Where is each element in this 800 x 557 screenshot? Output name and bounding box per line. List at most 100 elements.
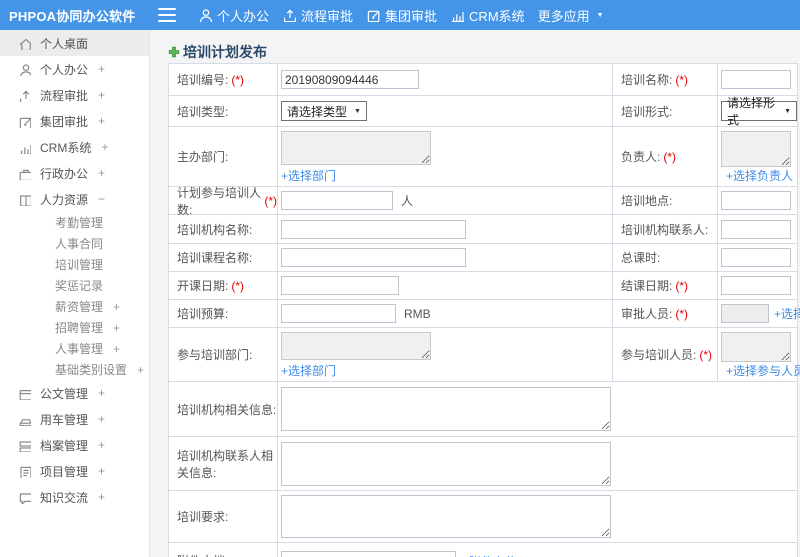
host-dept-textarea[interactable]: [281, 131, 431, 165]
training-name-input[interactable]: [721, 70, 791, 89]
participant-count-input[interactable]: [281, 191, 393, 210]
expand-plus-icon[interactable]: +: [98, 88, 105, 102]
course-name-input[interactable]: [281, 248, 466, 267]
nav-personal-office[interactable]: 个人办公: [198, 6, 269, 25]
chat-icon: [18, 491, 31, 504]
sidebar-subitem-base-category[interactable]: 基础类别设置 +: [0, 359, 149, 380]
archive-icon: [18, 439, 31, 452]
total-hours-input[interactable]: [721, 248, 791, 267]
sidebar-item-crm[interactable]: CRM系统 +: [0, 134, 149, 160]
field-label: 培训机构联系人:: [613, 215, 718, 243]
attachment-input[interactable]: [281, 551, 456, 557]
expand-plus-icon[interactable]: +: [98, 62, 105, 76]
select-approver-link[interactable]: +选择审批人员: [774, 305, 800, 322]
project-icon: [18, 465, 31, 478]
expand-plus-icon[interactable]: +: [113, 342, 120, 356]
join-people-textarea[interactable]: [721, 332, 791, 362]
org-info-textarea[interactable]: [281, 387, 611, 431]
expand-plus-icon[interactable]: +: [98, 464, 105, 478]
join-dept-textarea[interactable]: [281, 332, 431, 360]
training-type-select[interactable]: 请选择类型 ▼: [281, 101, 367, 121]
sidebar-item-knowledge[interactable]: 知识交流 +: [0, 484, 149, 510]
requirement-textarea[interactable]: [281, 495, 611, 538]
main-content: 培训计划发布 培训编号:(*) 培训名称:(*) 培训类型: 请选择类型▼: [150, 30, 800, 557]
expand-plus-icon[interactable]: +: [101, 140, 108, 154]
user-icon: [18, 63, 31, 76]
select-join-dept-link[interactable]: +选择部门: [281, 362, 336, 379]
sidebar-item-workflow-approval[interactable]: 流程审批 +: [0, 82, 149, 108]
briefcase-icon: [18, 167, 31, 180]
expand-plus-icon[interactable]: +: [113, 300, 120, 314]
top-nav: 个人办公 流程审批 集团审批 CRM系统 更多应用 ▼: [198, 6, 604, 25]
expand-plus-icon[interactable]: +: [98, 438, 105, 452]
attachment-upload-link[interactable]: +附件上传: [462, 553, 517, 557]
start-date-input[interactable]: [281, 276, 399, 295]
sidebar-subitem-attendance[interactable]: 考勤管理: [0, 212, 149, 233]
sidebar: 个人桌面 个人办公 + 流程审批 + 集团审批 + CRM系统 + 行政办公 +…: [0, 30, 150, 557]
sidebar-item-personal-desktop[interactable]: 个人桌面: [0, 30, 149, 56]
edit-icon: [18, 115, 31, 128]
field-label: 附件文档:: [169, 543, 278, 557]
field-label: 主办部门:: [169, 127, 278, 186]
collapse-minus-icon[interactable]: −: [98, 192, 105, 206]
sidebar-item-project[interactable]: 项目管理 +: [0, 458, 149, 484]
nav-more-apps[interactable]: 更多应用 ▼: [538, 6, 604, 25]
sidebar-item-personal-office[interactable]: 个人办公 +: [0, 56, 149, 82]
nav-crm-system[interactable]: CRM系统: [450, 6, 525, 25]
field-label: 审批人员: (*): [613, 300, 718, 327]
end-date-input[interactable]: [721, 276, 791, 295]
upload-icon: [18, 89, 31, 102]
sidebar-subitem-reward-record[interactable]: 奖惩记录: [0, 275, 149, 296]
chevron-down-icon: ▼: [784, 107, 791, 115]
field-label: 培训形式:: [613, 96, 718, 126]
menu-toggle-icon[interactable]: [158, 8, 176, 22]
training-number-input[interactable]: [281, 70, 419, 89]
nav-group-approval[interactable]: 集团审批: [366, 6, 437, 25]
car-icon: [18, 413, 31, 426]
org-contact-info-textarea[interactable]: [281, 441, 611, 486]
approver-input[interactable]: [721, 304, 769, 323]
expand-plus-icon[interactable]: +: [98, 386, 105, 400]
sidebar-subitem-personnel[interactable]: 人事管理 +: [0, 338, 149, 359]
upload-icon: [284, 9, 297, 22]
select-join-people-link[interactable]: +选择参与人员: [726, 362, 800, 379]
expand-plus-icon[interactable]: +: [137, 363, 144, 377]
expand-plus-icon[interactable]: +: [113, 321, 120, 335]
expand-plus-icon[interactable]: +: [98, 114, 105, 128]
sidebar-subitem-salary[interactable]: 薪资管理 +: [0, 296, 149, 317]
org-contact-input[interactable]: [721, 219, 791, 239]
sidebar-subitem-hr-contract[interactable]: 人事合同: [0, 233, 149, 254]
select-leader-link[interactable]: +选择负责人: [726, 167, 793, 184]
field-label: 培训地点:: [613, 187, 718, 214]
sidebar-item-archive[interactable]: 档案管理 +: [0, 432, 149, 458]
sidebar-item-official-doc[interactable]: 公文管理 +: [0, 380, 149, 406]
sidebar-item-hr[interactable]: 人力资源 −: [0, 186, 149, 212]
budget-input[interactable]: [281, 304, 396, 323]
field-label: 计划参与培训人数: (*): [169, 186, 278, 217]
expand-plus-icon[interactable]: +: [98, 490, 105, 504]
field-label: 开课日期: (*): [169, 272, 278, 299]
plus-green-icon: [168, 46, 180, 58]
sidebar-item-group-approval[interactable]: 集团审批 +: [0, 108, 149, 134]
field-label: 培训编号: (*): [169, 64, 278, 95]
training-place-input[interactable]: [721, 191, 791, 210]
select-dept-link[interactable]: +选择部门: [281, 167, 336, 184]
training-plan-form: 培训编号:(*) 培训名称:(*) 培训类型: 请选择类型▼ 培训形式:: [168, 63, 800, 557]
field-label: 培训预算:: [169, 300, 278, 327]
expand-plus-icon[interactable]: +: [98, 166, 105, 180]
app-logo: PHPOA协同办公软件: [9, 8, 136, 24]
expand-plus-icon[interactable]: +: [98, 412, 105, 426]
sidebar-subitem-training[interactable]: 培训管理: [0, 254, 149, 275]
sidebar-subitem-recruit[interactable]: 招聘管理 +: [0, 317, 149, 338]
org-name-input[interactable]: [281, 219, 466, 239]
nav-workflow-approval[interactable]: 流程审批: [282, 6, 353, 25]
field-label: 参与培训部门:: [169, 328, 278, 381]
edit-icon: [367, 10, 380, 22]
leader-textarea[interactable]: [721, 131, 791, 167]
sidebar-item-vehicle[interactable]: 用车管理 +: [0, 406, 149, 432]
sidebar-item-admin-office[interactable]: 行政办公 +: [0, 160, 149, 186]
page-title: 培训计划发布: [168, 42, 800, 62]
bar-chart-icon: [18, 141, 31, 154]
training-form-select[interactable]: 请选择形式 ▼: [721, 96, 797, 127]
home-icon: [18, 37, 31, 50]
